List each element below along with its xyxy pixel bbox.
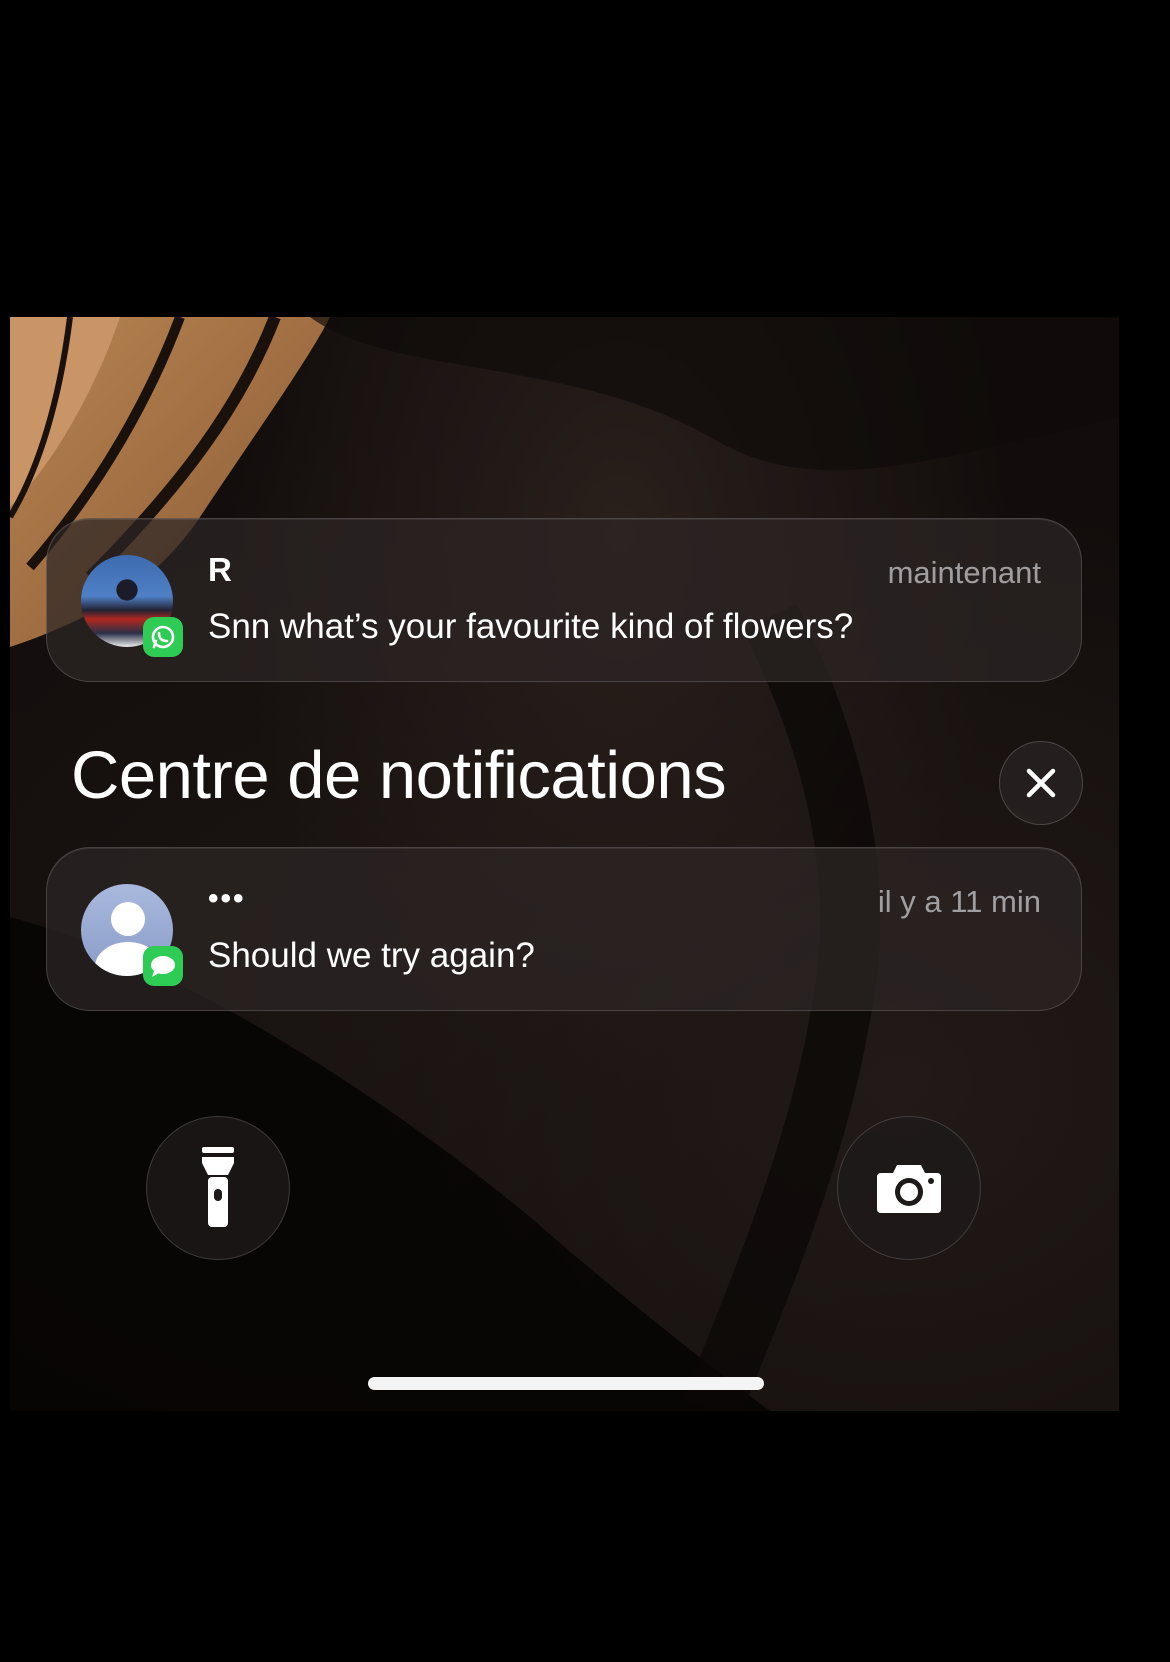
camera-button[interactable]: [837, 1116, 981, 1260]
flashlight-icon: [202, 1147, 234, 1227]
notification-center-title: Centre de notifications: [71, 738, 727, 813]
notification-message: Should we try again?: [208, 936, 535, 975]
close-icon: [1026, 768, 1056, 798]
notification-time: il y a 11 min: [877, 884, 1041, 919]
sender-name: R: [208, 551, 232, 588]
notification-card[interactable]: ••• il y a 11 min Should we try again?: [46, 847, 1082, 1011]
notification-time: maintenant: [887, 555, 1041, 590]
whatsapp-icon: [143, 617, 183, 657]
sender-name: •••: [208, 882, 246, 915]
messages-icon: [143, 946, 183, 986]
flashlight-button[interactable]: [146, 1116, 290, 1260]
close-button[interactable]: [999, 741, 1083, 825]
home-indicator[interactable]: [368, 1377, 764, 1390]
notification-message: Snn what’s your favourite kind of flower…: [208, 607, 854, 646]
notification-card[interactable]: R maintenant Snn what’s your favourite k…: [46, 518, 1082, 682]
lock-screen: R maintenant Snn what’s your favourite k…: [10, 317, 1119, 1411]
camera-icon: [877, 1165, 941, 1213]
